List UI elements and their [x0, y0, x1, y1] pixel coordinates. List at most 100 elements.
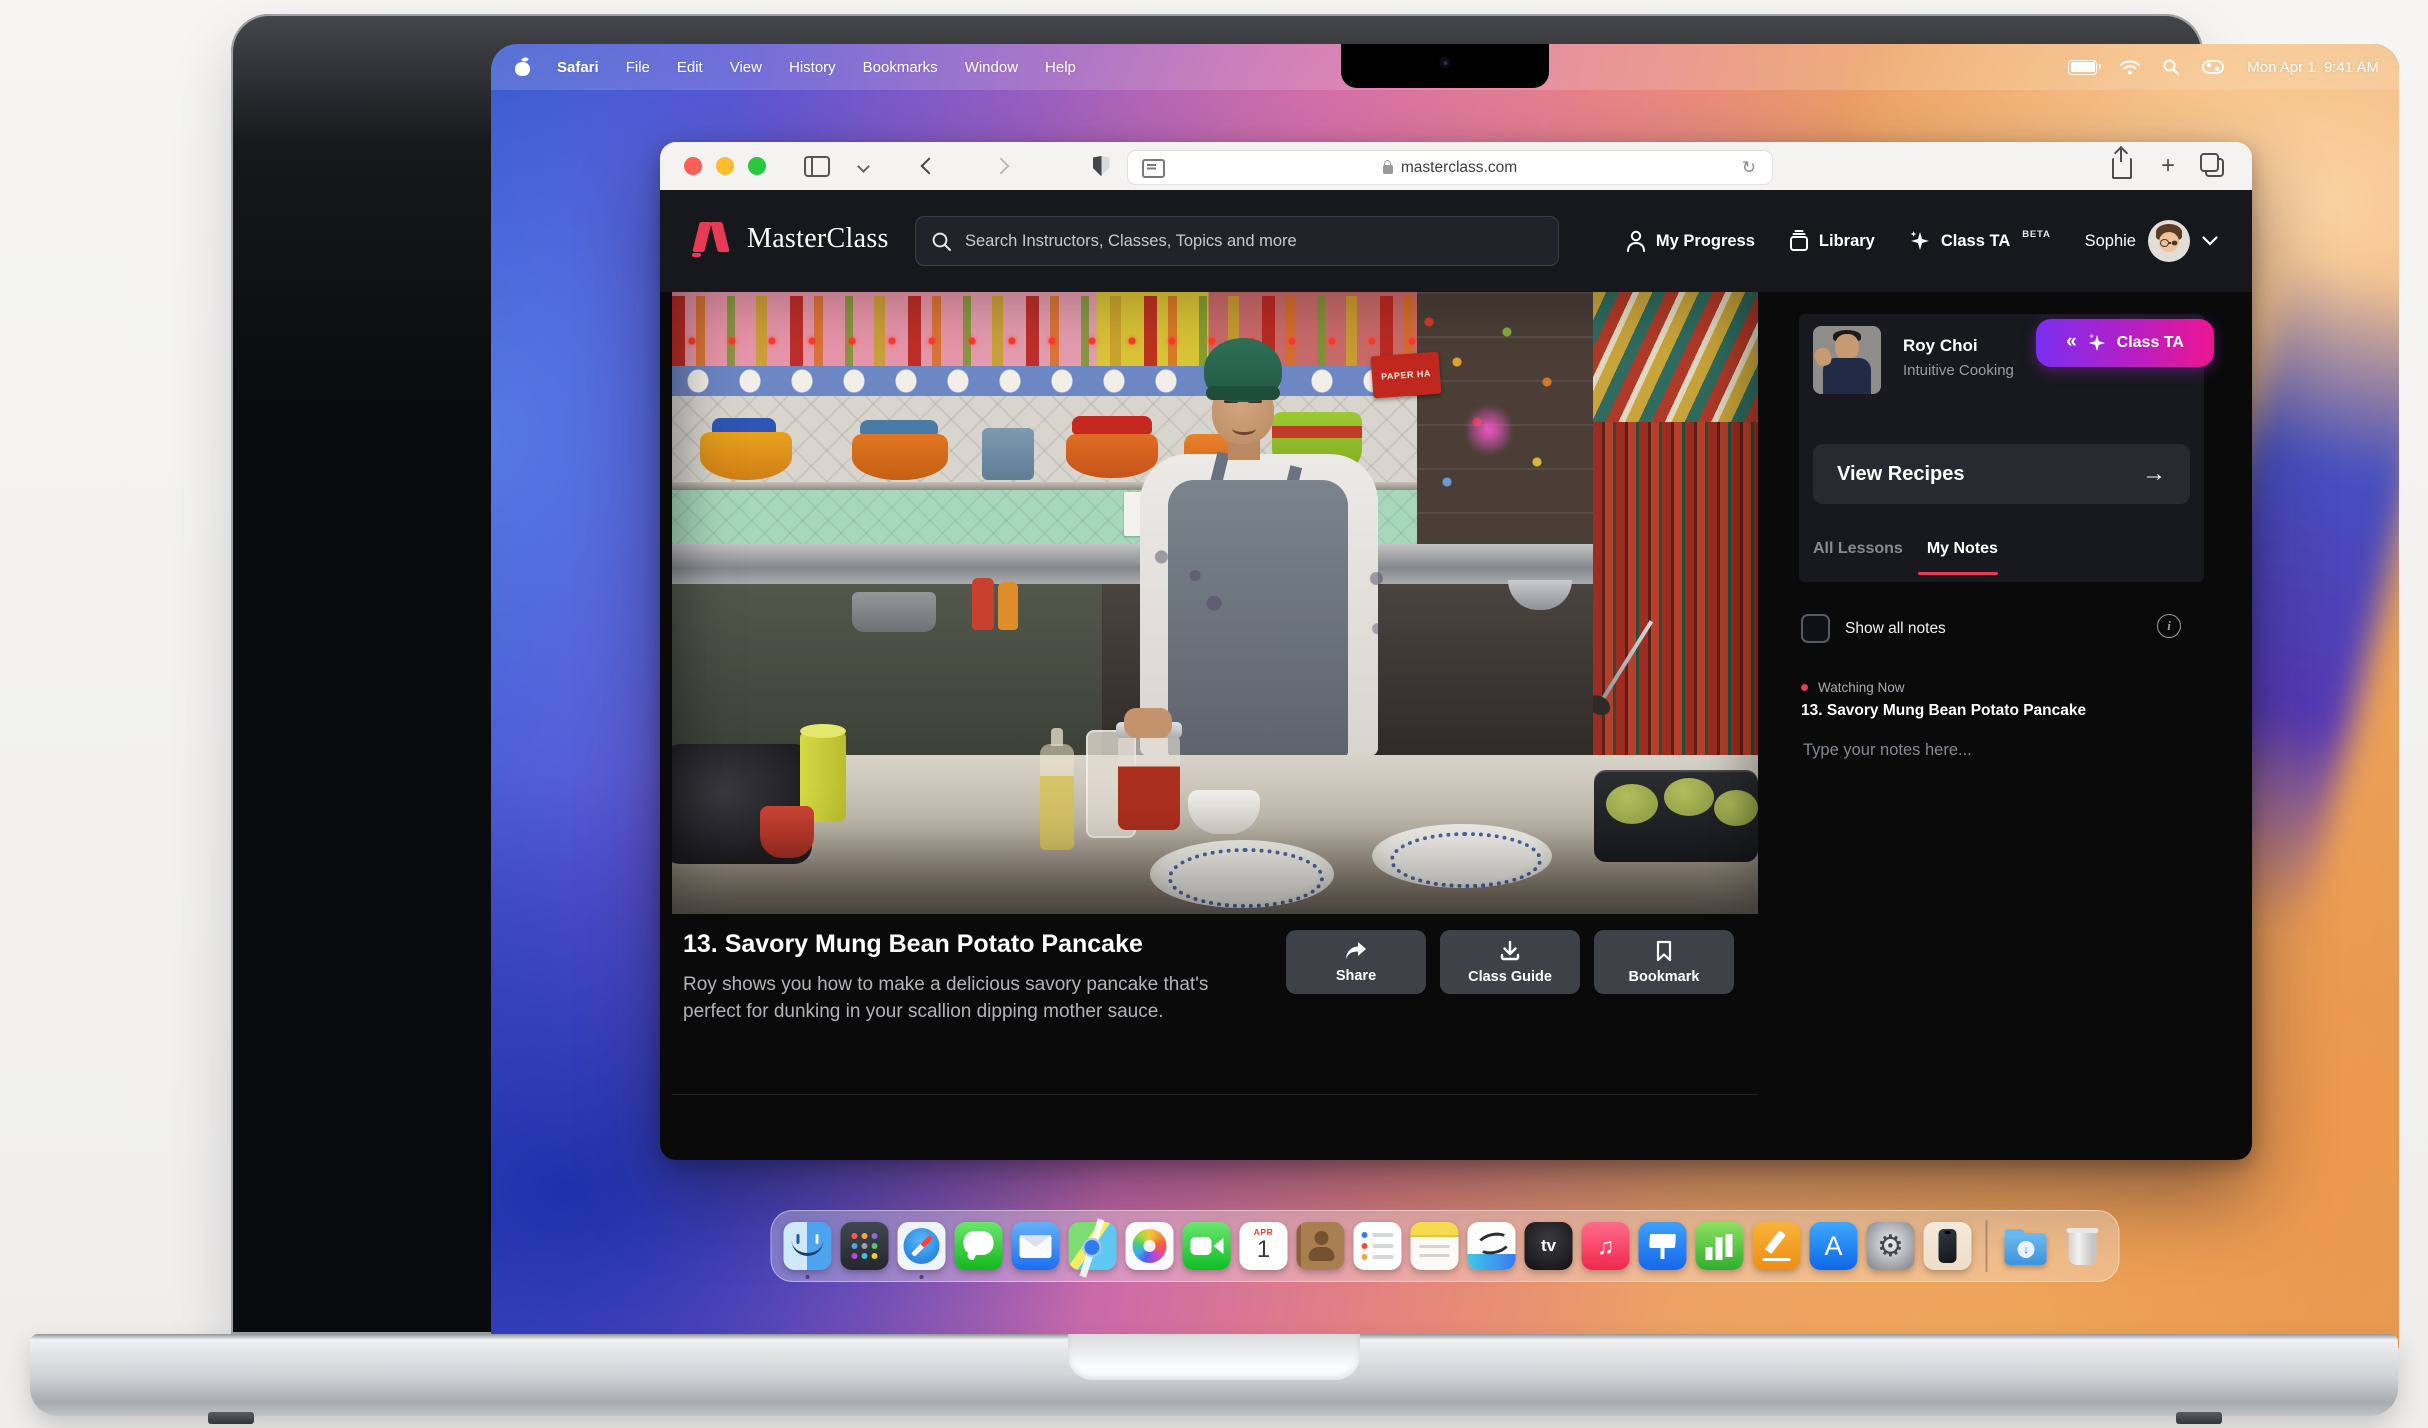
running-indicator [920, 1275, 924, 1279]
share-label: Share [1336, 968, 1376, 984]
nav-library-label: Library [1819, 232, 1875, 251]
desktop-background: Safari File Edit View History Bookmarks … [0, 0, 2428, 1428]
bookmark-button[interactable]: Bookmark [1594, 930, 1734, 994]
dock-icon-freeform[interactable] [1468, 1222, 1516, 1270]
dock-icon-app-store[interactable]: A [1810, 1222, 1858, 1270]
dock-icon-facetime[interactable] [1183, 1222, 1231, 1270]
dock-divider [1986, 1220, 1988, 1272]
view-recipes-button[interactable]: View Recipes → [1813, 444, 2190, 504]
person-icon [1626, 230, 1646, 252]
masterclass-mark-icon [692, 220, 734, 258]
show-all-notes-label: Show all notes [1845, 620, 1946, 638]
dock-icon-system-settings[interactable]: ⚙ [1867, 1222, 1915, 1270]
class-ta-button[interactable]: « Class TA [2036, 319, 2214, 367]
reload-icon[interactable]: ↻ [1742, 151, 1756, 184]
dock-icon-apple-tv[interactable]: tv [1525, 1222, 1573, 1270]
instructor-thumbnail [1813, 326, 1881, 394]
collapse-panel-icon[interactable]: « [2066, 331, 2077, 353]
address-url: masterclass.com [1401, 159, 1517, 177]
privacy-shield-icon[interactable] [1088, 142, 1114, 190]
instructor-card: Roy Choi Intuitive Cooking « Class TA Vi [1799, 314, 2204, 582]
nav-my-progress[interactable]: My Progress [1626, 230, 1755, 252]
class-ta-button-label: Class TA [2117, 334, 2184, 352]
lock-icon [1383, 165, 1393, 174]
tab-my-notes[interactable]: My Notes [1927, 540, 1998, 558]
menu-item-file[interactable]: File [626, 59, 650, 76]
search-icon [932, 232, 951, 251]
dock-icon-maps[interactable] [1069, 1222, 1117, 1270]
screen: Safari File Edit View History Bookmarks … [491, 44, 2399, 1348]
share-button[interactable] [2108, 142, 2136, 190]
tab-all-lessons[interactable]: All Lessons [1813, 540, 1903, 558]
tab-overview-button[interactable] [2196, 142, 2228, 190]
avatar[interactable] [2148, 220, 2190, 262]
dock-icon-reminders[interactable] [1354, 1222, 1402, 1270]
forward-button[interactable] [988, 142, 1014, 190]
menu-item-edit[interactable]: Edit [677, 59, 703, 76]
dock-icon-messages[interactable] [955, 1222, 1003, 1270]
nav-library[interactable]: Library [1789, 230, 1875, 252]
site-header: MasterClass My Progress [660, 190, 2252, 292]
dock-icon-contacts[interactable] [1297, 1222, 1345, 1270]
new-tab-button[interactable]: + [2154, 142, 2182, 190]
address-bar[interactable]: masterclass.com ↻ [1127, 150, 1773, 185]
minimize-window-button[interactable] [716, 157, 734, 175]
dock-icon-iphone-mirroring[interactable] [1924, 1222, 1972, 1270]
class-guide-button[interactable]: Class Guide [1440, 930, 1580, 994]
dock-icon-safari[interactable] [898, 1222, 946, 1270]
back-button[interactable] [916, 142, 942, 190]
macbook-foot [208, 1412, 254, 1424]
dock-icon-notes[interactable] [1411, 1222, 1459, 1270]
masterclass-logo[interactable]: MasterClass [692, 220, 889, 258]
zoom-window-button[interactable] [748, 157, 766, 175]
video-player[interactable]: PAPER HA [672, 292, 1758, 914]
show-all-notes-checkbox[interactable] [1801, 614, 1830, 643]
dock-icon-music[interactable]: ♫ [1582, 1222, 1630, 1270]
instructor-course: Intuitive Cooking [1903, 362, 2014, 379]
dock-icon-finder[interactable] [784, 1222, 832, 1270]
nav-class-ta[interactable]: Class TABETA [1909, 230, 2051, 252]
menu-item-window[interactable]: Window [965, 59, 1018, 76]
battery-icon[interactable] [2068, 60, 2097, 75]
share-lesson-button[interactable]: Share [1286, 930, 1426, 994]
apple-menu-icon[interactable] [515, 58, 530, 76]
dock-icon-downloads[interactable]: ↓ [2002, 1222, 2050, 1270]
dock-icon-mail[interactable] [1012, 1222, 1060, 1270]
info-icon[interactable]: i [2157, 614, 2181, 638]
macbook-lid-scoop [1068, 1334, 1360, 1380]
dock-icon-numbers[interactable] [1696, 1222, 1744, 1270]
sparkle-icon [1909, 230, 1931, 252]
search-input[interactable] [963, 231, 1542, 252]
spotlight-search-icon[interactable] [2163, 59, 2179, 75]
camera-icon [1440, 57, 1451, 68]
running-indicator [806, 1275, 810, 1279]
wifi-icon[interactable] [2120, 60, 2140, 75]
reader-view-icon[interactable] [1142, 159, 1165, 178]
dock-icon-photos[interactable] [1126, 1222, 1174, 1270]
menu-item-safari[interactable]: Safari [557, 59, 599, 76]
display-notch [1341, 44, 1549, 88]
class-guide-label: Class Guide [1468, 969, 1552, 985]
dock-icon-pages[interactable] [1753, 1222, 1801, 1270]
close-window-button[interactable] [684, 157, 702, 175]
dock-icon-trash[interactable] [2059, 1222, 2107, 1270]
site-search-bar[interactable] [915, 216, 1559, 266]
control-center-icon[interactable] [2202, 60, 2224, 74]
dock-icon-launchpad[interactable] [841, 1222, 889, 1270]
nav-class-ta-label: Class TA [1941, 232, 2010, 251]
sidebar-chevron-icon[interactable] [852, 142, 874, 190]
account-menu[interactable]: Sophie [2085, 220, 2218, 262]
sidebar-toggle-button[interactable] [802, 142, 832, 190]
menu-bar-clock[interactable]: Mon Apr 1 9:41 AM [2247, 59, 2379, 76]
notes-input[interactable] [1801, 740, 2185, 761]
menu-item-help[interactable]: Help [1045, 59, 1076, 76]
dock-icon-keynote[interactable] [1639, 1222, 1687, 1270]
masterclass-page: MasterClass My Progress [660, 190, 2252, 1160]
dock-icon-calendar[interactable]: APR1 [1240, 1222, 1288, 1270]
menu-item-bookmarks[interactable]: Bookmarks [863, 59, 938, 76]
page-divider [672, 1094, 1758, 1095]
macbook-lid: Safari File Edit View History Bookmarks … [231, 14, 2203, 1334]
class-ta-panel: Roy Choi Intuitive Cooking « Class TA Vi [1799, 292, 2252, 1160]
menu-item-view[interactable]: View [730, 59, 762, 76]
menu-item-history[interactable]: History [789, 59, 836, 76]
